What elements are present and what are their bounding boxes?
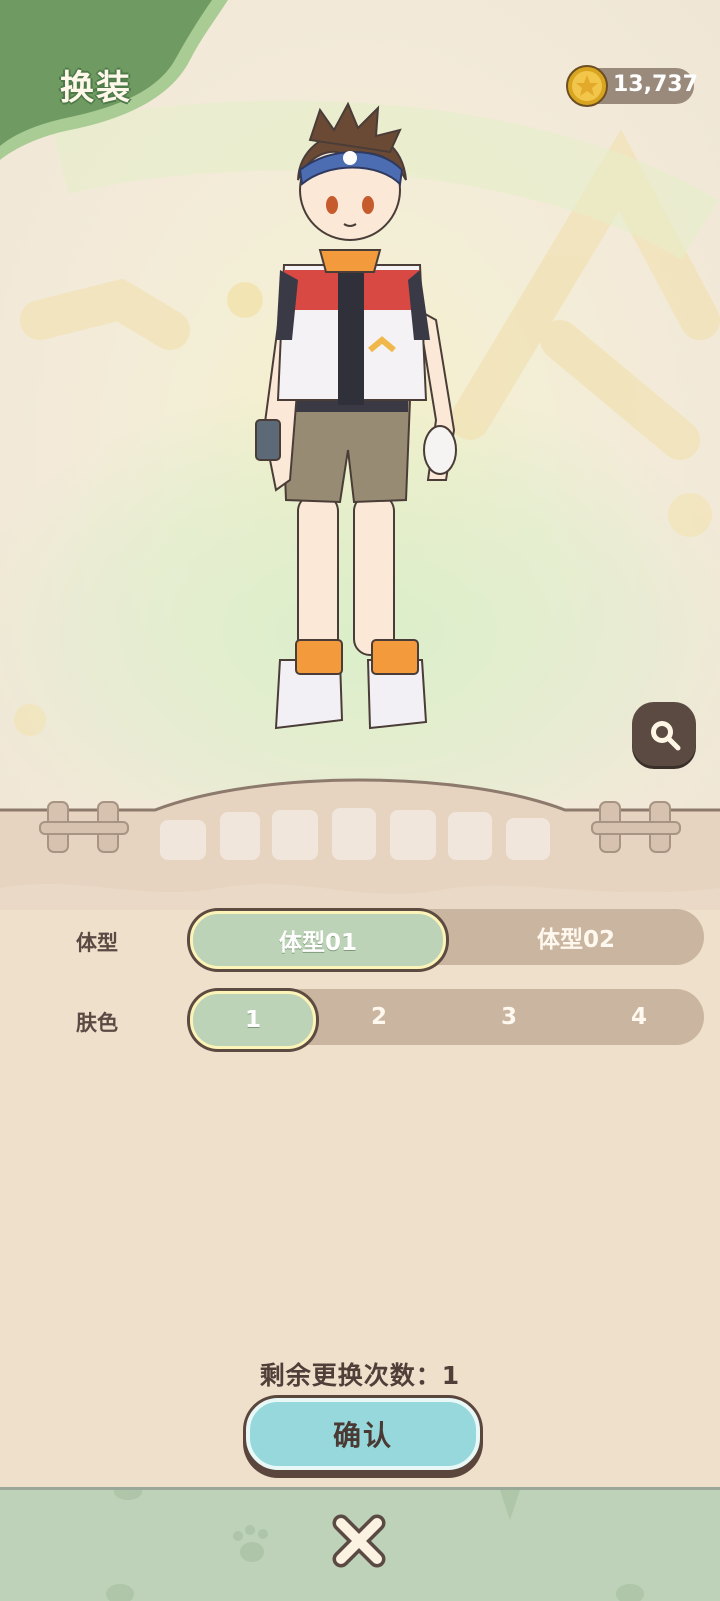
body-type-option-02[interactable]: 体型02 <box>448 911 704 963</box>
skin-color-option-4[interactable]: 4 <box>578 991 700 1043</box>
confirm-button[interactable]: 确认 <box>246 1398 480 1470</box>
close-button[interactable] <box>326 1508 392 1574</box>
body-type-label: 体型 <box>76 931 118 955</box>
gold-coin-icon <box>566 65 608 107</box>
close-x-icon <box>332 1514 386 1568</box>
zoom-button[interactable] <box>632 702 696 766</box>
body-type-option-01[interactable]: 体型01 <box>190 911 446 969</box>
coin-amount: 13,737 <box>613 72 698 97</box>
skin-color-option-3[interactable]: 3 <box>448 991 570 1043</box>
character-avatar <box>255 101 457 730</box>
page-title: 换装 <box>60 68 132 108</box>
skin-color-option-2[interactable]: 2 <box>318 991 440 1043</box>
remaining-changes-text: 剩余更换次数：1 <box>259 1361 461 1390</box>
magnifier-icon <box>651 721 681 751</box>
stage-decoration <box>0 778 720 910</box>
skin-color-label: 肤色 <box>76 1011 118 1035</box>
skin-color-option-1[interactable]: 1 <box>190 991 316 1049</box>
